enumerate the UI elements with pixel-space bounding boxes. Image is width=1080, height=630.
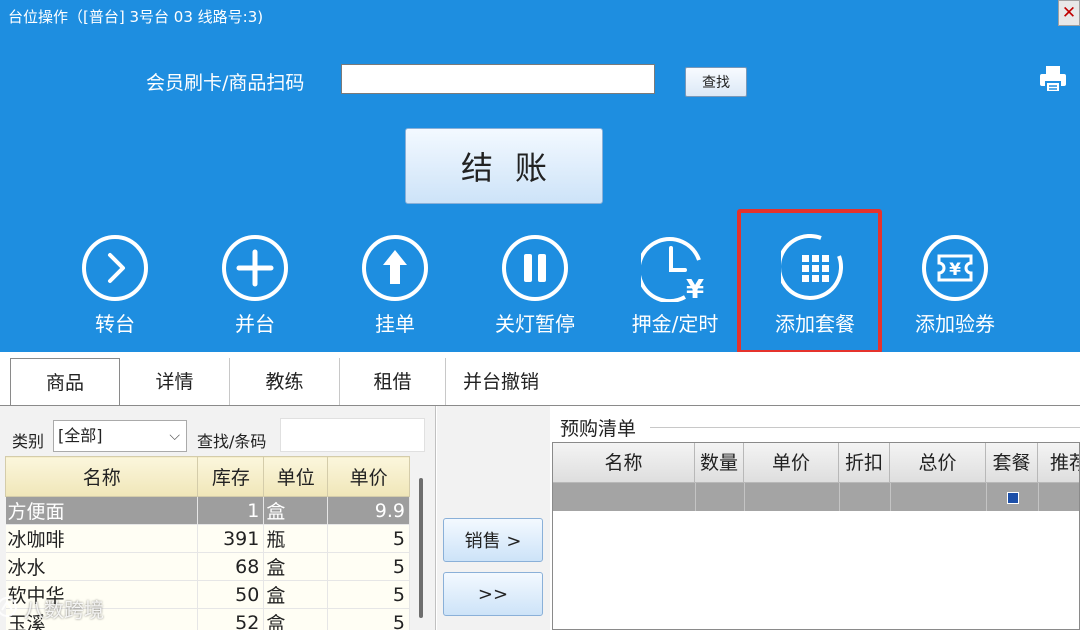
checkout-button[interactable]: 结账 xyxy=(405,128,603,204)
clock-yen-icon: ¥ xyxy=(641,237,704,302)
column-header[interactable]: 数量 xyxy=(695,443,744,483)
goods-price: 5 xyxy=(327,552,410,581)
svg-text:¥: ¥ xyxy=(686,275,704,302)
window-title: 台位操作（[普台] 3号台 03 线路号:3) xyxy=(8,8,264,26)
tab-coach[interactable]: 教练 xyxy=(230,358,340,406)
tab-rental[interactable]: 租借 xyxy=(340,358,446,406)
goods-stock: 68 xyxy=(197,552,265,581)
preorder-title: 预购清单 xyxy=(558,414,639,441)
preorder-header: 名称 数量 单价 折扣 总价 套餐 推荐 xyxy=(553,443,1079,483)
find-button[interactable]: 查找 xyxy=(685,67,747,97)
column-header[interactable]: 总价 xyxy=(890,443,986,483)
transfer-controls: 销售 > >> xyxy=(437,406,550,630)
action-label: 添加验券 xyxy=(915,312,995,336)
goods-unit: 瓶 xyxy=(263,524,329,553)
operation-panel: 台位操作（[普台] 3号台 03 线路号:3) ✕ 会员刷卡/商品扫码 查找 结… xyxy=(0,0,1080,354)
group-divider xyxy=(650,427,1080,428)
deposit-timer-button[interactable]: ¥ 押金/定时 xyxy=(620,234,730,342)
watermark-text: 八数跨境 xyxy=(24,598,104,622)
preorder-panel: 预购清单 名称 数量 单价 折扣 总价 套餐 推荐 xyxy=(550,406,1080,630)
hold-order-button[interactable]: 挂单 xyxy=(340,234,450,342)
goods-price: 5 xyxy=(327,608,410,630)
table-row[interactable]: 方便面 1 盒 9.9 xyxy=(5,496,410,525)
goods-name: 冰水 xyxy=(5,552,199,581)
chevron-right-icon xyxy=(82,235,148,301)
action-label: 关灯暂停 xyxy=(495,312,575,336)
sell-button[interactable]: 销售 > xyxy=(443,518,543,562)
tab-bar: 商品 详情 教练 租借 并台撤销 xyxy=(0,352,1080,406)
column-header[interactable]: 单位 xyxy=(263,456,329,497)
goods-unit: 盒 xyxy=(263,496,329,525)
action-label: 挂单 xyxy=(375,312,415,336)
svg-text:¥: ¥ xyxy=(949,260,961,280)
column-header[interactable]: 单价 xyxy=(744,443,839,483)
goods-stock: 50 xyxy=(197,580,265,609)
goods-scrollbar[interactable] xyxy=(419,478,423,618)
watermark: 八数跨境 xyxy=(0,594,104,623)
scan-label: 会员刷卡/商品扫码 xyxy=(146,72,305,94)
column-header[interactable]: 折扣 xyxy=(839,443,890,483)
goods-price: 9.9 xyxy=(327,496,410,525)
column-header[interactable]: 名称 xyxy=(4,456,199,497)
table-row[interactable]: 冰咖啡 391 瓶 5 xyxy=(5,524,410,553)
merge-table-button[interactable]: 并台 xyxy=(200,234,310,342)
goods-stock: 391 xyxy=(197,524,265,553)
chevron-down-icon: ⌵ xyxy=(169,428,180,444)
column-header[interactable]: 名称 xyxy=(553,443,695,483)
column-header[interactable]: 库存 xyxy=(197,456,265,497)
close-button[interactable]: ✕ xyxy=(1058,0,1080,26)
category-select[interactable]: [全部] ⌵ xyxy=(53,420,187,452)
tab-details[interactable]: 详情 xyxy=(120,358,230,406)
goods-name: 方便面 xyxy=(5,496,199,525)
watermark-logo-icon xyxy=(0,597,17,617)
add-voucher-button[interactable]: ¥ 添加验券 xyxy=(900,234,1010,342)
tab-goods[interactable]: 商品 xyxy=(10,358,120,406)
goods-price: 5 xyxy=(327,524,410,553)
table-row[interactable] xyxy=(553,483,1079,511)
printer-icon[interactable] xyxy=(1038,64,1068,94)
goods-name: 冰咖啡 xyxy=(5,524,199,553)
scan-input[interactable] xyxy=(341,64,655,94)
goods-stock: 52 xyxy=(197,608,265,630)
goods-unit: 盒 xyxy=(263,580,329,609)
column-header[interactable]: 套餐 xyxy=(986,443,1038,483)
goods-unit: 盒 xyxy=(263,608,329,630)
lights-off-pause-button[interactable]: 关灯暂停 xyxy=(480,234,590,342)
barcode-search-label: 查找/条码 xyxy=(197,432,267,451)
category-value: [全部] xyxy=(58,426,103,445)
goods-stock: 1 xyxy=(197,496,265,525)
ticket-yen-icon: ¥ xyxy=(922,235,988,301)
preorder-table: 名称 数量 单价 折扣 总价 套餐 推荐 xyxy=(552,442,1080,630)
action-label: 转台 xyxy=(95,312,135,336)
package-flag-icon[interactable] xyxy=(1007,492,1019,504)
plus-icon xyxy=(222,235,288,301)
sell-all-button[interactable]: >> xyxy=(443,572,543,616)
goods-unit: 盒 xyxy=(263,552,329,581)
category-label: 类别 xyxy=(12,432,45,451)
table-row[interactable]: 冰水 68 盒 5 xyxy=(5,552,410,581)
tab-undo-merge[interactable]: 并台撤销 xyxy=(446,358,556,406)
pause-icon xyxy=(502,235,568,301)
transfer-table-button[interactable]: 转台 xyxy=(60,234,170,342)
column-header[interactable]: 单价 xyxy=(327,456,410,497)
action-label: 并台 xyxy=(235,312,275,336)
highlight-box xyxy=(737,209,882,354)
column-header[interactable]: 推荐 xyxy=(1038,443,1079,483)
goods-price: 5 xyxy=(327,580,410,609)
action-label: 押金/定时 xyxy=(631,312,719,336)
barcode-search-input[interactable] xyxy=(280,418,425,452)
arrow-up-icon xyxy=(362,235,428,301)
